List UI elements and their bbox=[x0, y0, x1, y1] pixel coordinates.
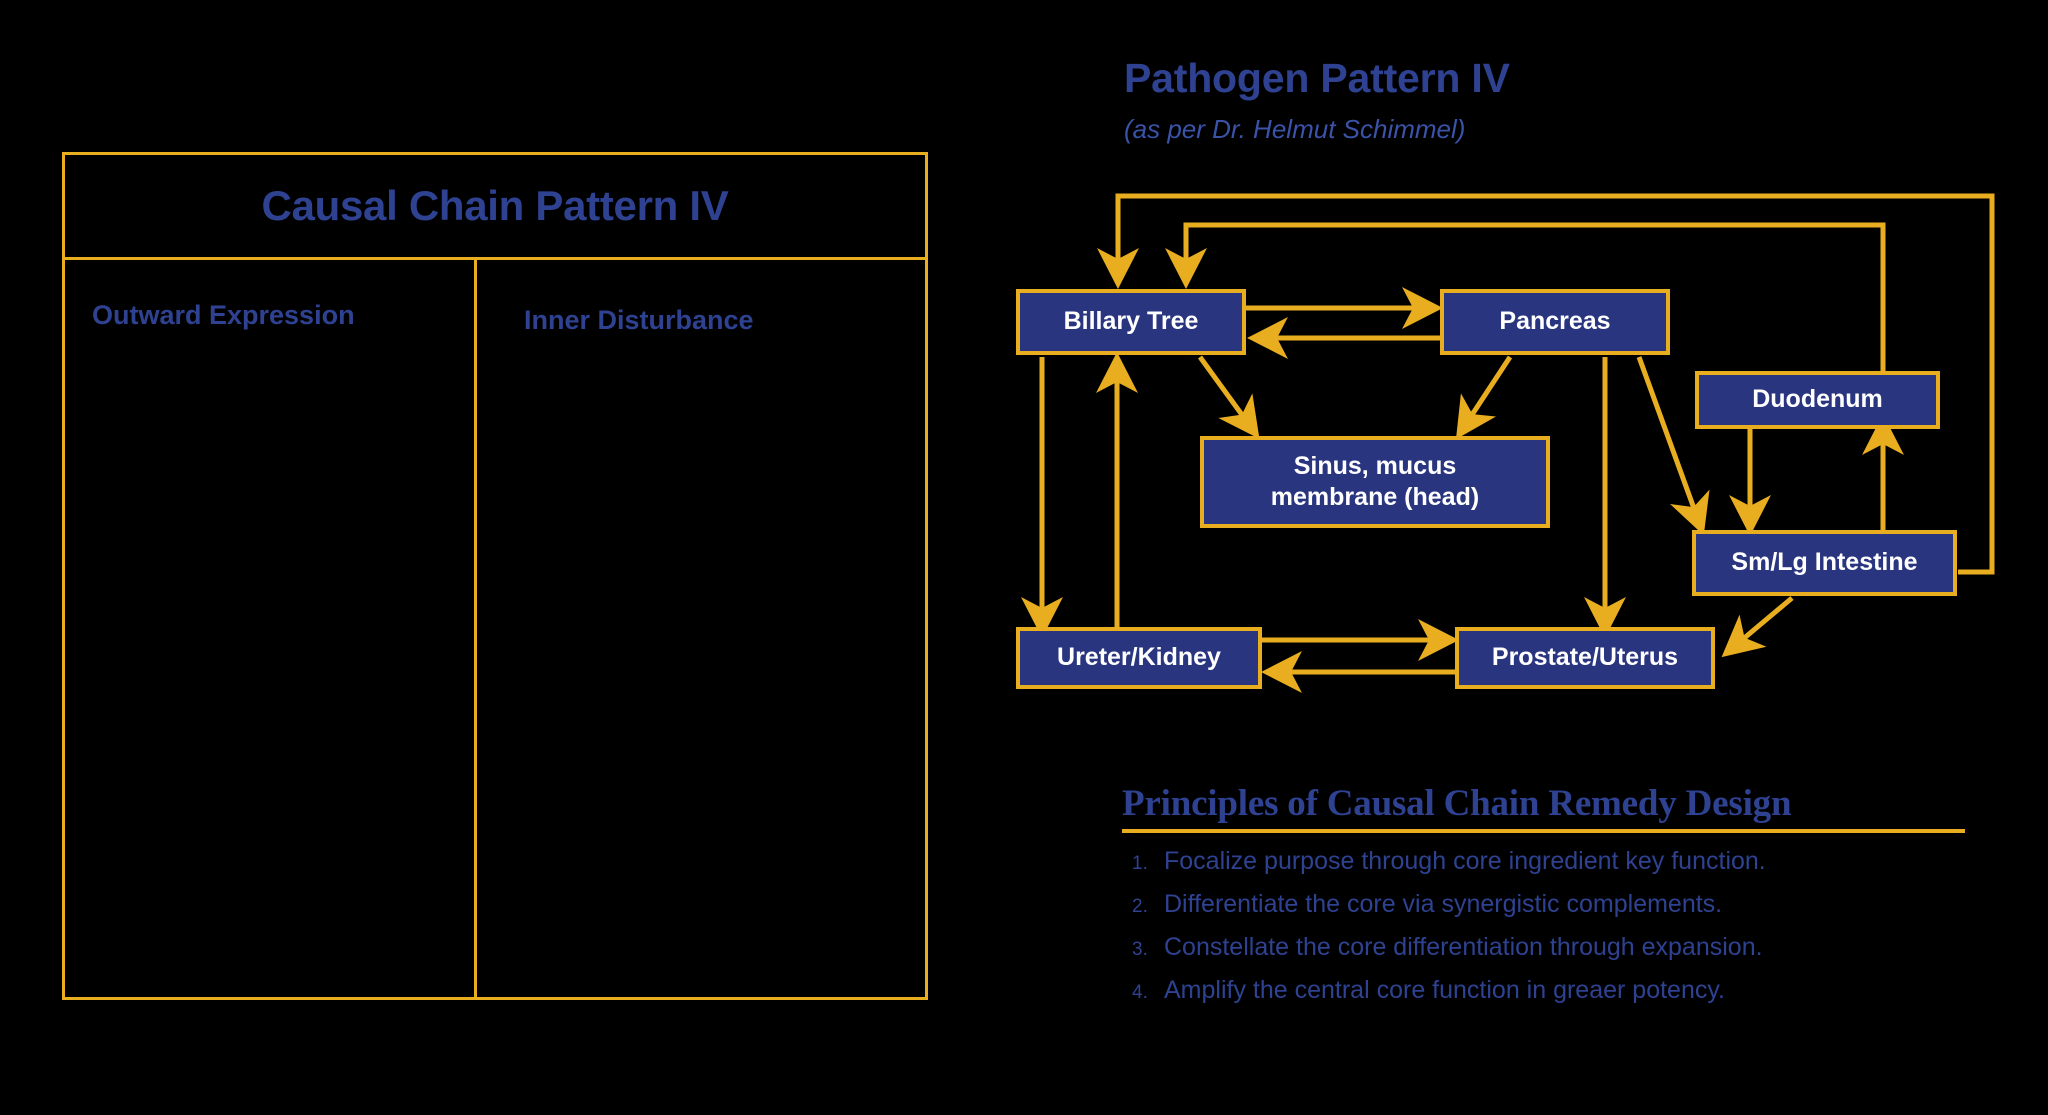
node-label-prostate-uterus: Prostate/Uterus bbox=[1491, 643, 1679, 672]
node-sinus-mucus-membrane[interactable]: Sinus, mucus membrane (head) bbox=[1200, 436, 1550, 528]
list-item-text: Constellate the core differentiation thr… bbox=[1164, 933, 1763, 961]
list-item-number: 2. bbox=[1132, 896, 1148, 917]
node-label-pancreas: Pancreas bbox=[1499, 307, 1611, 336]
list-item-number: 1. bbox=[1132, 853, 1148, 874]
node-prostate-uterus[interactable]: Prostate/Uterus bbox=[1455, 627, 1715, 689]
causal-chain-table-title-row: Causal Chain Pattern IV bbox=[65, 155, 925, 260]
causal-chain-table-title: Causal Chain Pattern IV bbox=[261, 182, 729, 229]
column-header-inner-disturbance: Inner Disturbance bbox=[524, 305, 754, 335]
column-header-outward-expression: Outward Expression bbox=[92, 300, 355, 330]
table-column-outward-expression: Outward Expression bbox=[65, 260, 477, 997]
list-item-text: Differentiate the core via synergistic c… bbox=[1164, 890, 1723, 918]
list-item-number: 3. bbox=[1132, 939, 1148, 960]
node-duodenum[interactable]: Duodenum bbox=[1695, 371, 1940, 429]
principles-heading: Principles of Causal Chain Remedy Design bbox=[1122, 783, 1792, 824]
list-item-number: 4. bbox=[1132, 982, 1148, 1003]
table-column-inner-disturbance: Inner Disturbance bbox=[477, 260, 925, 997]
principles-section: Principles of Causal Chain Remedy Design… bbox=[1122, 782, 1982, 1019]
list-item: 2. Differentiate the core via synergisti… bbox=[1122, 890, 1982, 919]
list-item: 1. Focalize purpose through core ingredi… bbox=[1122, 847, 1982, 876]
edge-intestine-to-prostate bbox=[1721, 596, 1794, 658]
causal-chain-table: Causal Chain Pattern IV Outward Expressi… bbox=[62, 152, 928, 1000]
node-label-ureter-kidney: Ureter/Kidney bbox=[1057, 643, 1221, 672]
node-pancreas[interactable]: Pancreas bbox=[1440, 289, 1670, 355]
edge-pancreas-to-intestine bbox=[1636, 356, 1710, 536]
causal-chain-table-body: Outward Expression Inner Disturbance bbox=[65, 260, 925, 997]
list-item: 4. Amplify the central core function in … bbox=[1122, 976, 1982, 1005]
node-label-billary-tree: Billary Tree bbox=[1063, 307, 1199, 336]
node-sm-lg-intestine[interactable]: Sm/Lg Intestine bbox=[1692, 530, 1957, 596]
pathogen-pattern-subtitle: (as per Dr. Helmut Schimmel) bbox=[1124, 114, 1466, 144]
node-billary-tree[interactable]: Billary Tree bbox=[1016, 289, 1246, 355]
pathogen-pattern-title: Pathogen Pattern IV bbox=[1124, 55, 1510, 101]
node-label-sinus-mucus-membrane: Sinus, mucus membrane (head) bbox=[1270, 451, 1480, 511]
list-item-text: Focalize purpose through core ingredient… bbox=[1164, 847, 1766, 875]
node-label-sm-lg-intestine: Sm/Lg Intestine bbox=[1731, 548, 1918, 577]
edge-pancreas-to-sinus bbox=[1455, 355, 1513, 440]
principles-list: 1. Focalize purpose through core ingredi… bbox=[1122, 833, 1982, 1005]
node-ureter-kidney[interactable]: Ureter/Kidney bbox=[1016, 627, 1262, 689]
node-label-duodenum: Duodenum bbox=[1752, 385, 1883, 414]
list-item: 3. Constellate the core differentiation … bbox=[1122, 933, 1982, 962]
list-item-text: Amplify the central core function in gre… bbox=[1164, 976, 1725, 1004]
edge-biliary-to-sinus bbox=[1197, 355, 1260, 439]
